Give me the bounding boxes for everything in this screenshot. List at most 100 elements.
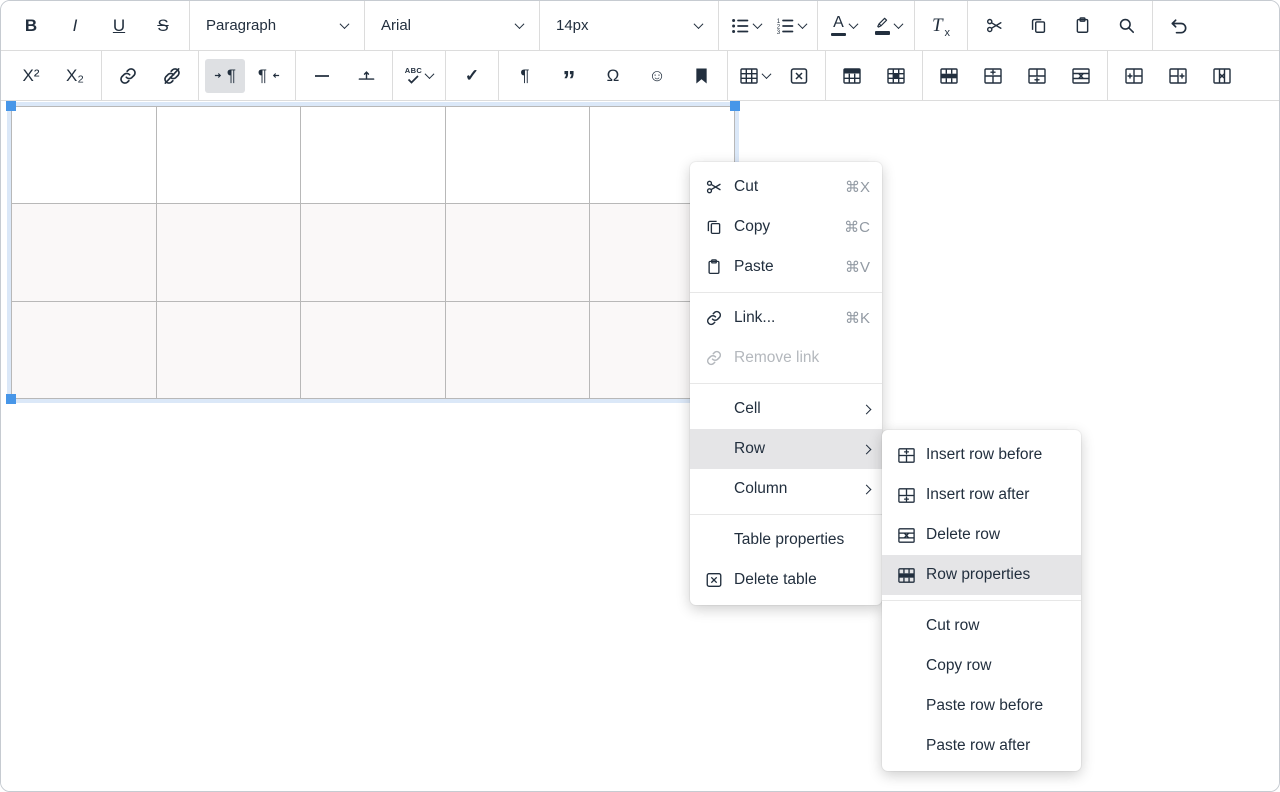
remove-link-button[interactable] [152, 59, 192, 93]
blockquote-button[interactable]: ” [549, 59, 589, 93]
submenu-item-row-properties[interactable]: Row properties [882, 555, 1081, 595]
font-size-select[interactable]: 14px [546, 9, 712, 43]
chevron-right-icon [862, 444, 872, 454]
spellcheck-button[interactable]: ABC [399, 59, 439, 93]
horizontal-rule-button[interactable] [302, 59, 342, 93]
paste-button[interactable] [1062, 9, 1102, 43]
insert-column-after-button[interactable] [1158, 59, 1198, 93]
delete-table-button[interactable] [779, 59, 819, 93]
checkmark-button[interactable]: ✓ [452, 59, 492, 93]
emoji-button[interactable]: ☺ [637, 59, 677, 93]
table-cell[interactable] [445, 301, 590, 398]
editor-content-area[interactable] [1, 101, 1279, 791]
clear-formatting-button[interactable]: Tx [921, 9, 961, 43]
shortcut-label: ⌘V [845, 258, 870, 276]
table-cell[interactable] [12, 204, 157, 301]
submenu-item-insert-row-after[interactable]: Insert row after [882, 475, 1081, 515]
page-break-icon [357, 66, 376, 85]
paragraph-mark-button[interactable]: ¶ [505, 59, 545, 93]
table-cell[interactable] [156, 107, 301, 204]
insert-link-button[interactable] [108, 59, 148, 93]
table-row [12, 301, 735, 398]
toolbar-row-1: B I U S Paragraph Arial 14px [1, 1, 1279, 51]
context-menu-item-table-properties[interactable]: Table properties [690, 520, 882, 560]
horizontal-rule-icon [313, 67, 331, 85]
submenu-item-paste-row-before[interactable]: Paste row before [882, 686, 1081, 726]
table-properties-button[interactable] [832, 59, 872, 93]
symbol-group: ¶ ” Ω ☺ [499, 51, 727, 100]
row-properties-button[interactable] [929, 59, 969, 93]
context-menu-item-delete-table[interactable]: Delete table [690, 560, 882, 600]
superscript-button[interactable]: X² [11, 59, 51, 93]
cell-properties-button[interactable] [876, 59, 916, 93]
table-resize-handle-sw[interactable] [6, 394, 16, 404]
table-col-group [1108, 51, 1248, 100]
table-cell[interactable] [445, 204, 590, 301]
context-menu-item-remove-link[interactable]: Remove link [690, 338, 882, 378]
text-color-button[interactable]: A [824, 9, 864, 43]
submenu-item-delete-row[interactable]: Delete row [882, 515, 1081, 555]
insert-row-after-button[interactable] [1017, 59, 1057, 93]
cut-button[interactable] [974, 9, 1014, 43]
ltr-button[interactable]: ¶ [205, 59, 245, 93]
context-menu-item-cut[interactable]: Cut ⌘X [690, 167, 882, 207]
submenu-item-insert-row-before[interactable]: Insert row before [882, 435, 1081, 475]
numbered-list-button[interactable]: 123 [770, 9, 811, 43]
link-icon [118, 66, 138, 86]
search-button[interactable] [1106, 9, 1146, 43]
font-family-select[interactable]: Arial [371, 9, 533, 43]
link-group [102, 51, 198, 100]
paste-icon [703, 258, 725, 276]
selected-table[interactable] [11, 106, 735, 399]
context-menu-item-row[interactable]: Row [690, 429, 882, 469]
bullet-list-button[interactable] [725, 9, 766, 43]
table-resize-handle-ne[interactable] [730, 101, 740, 111]
insert-row-before-icon [983, 66, 1003, 86]
copy-button[interactable] [1018, 9, 1058, 43]
table-cell[interactable] [156, 204, 301, 301]
spellcheck-icon: ABC [405, 67, 422, 85]
bold-button[interactable]: B [11, 9, 51, 43]
rtl-button[interactable]: ¶ [249, 59, 289, 93]
highlight-color-button[interactable] [868, 9, 908, 43]
context-menu-item-link[interactable]: Link... ⌘K [690, 298, 882, 338]
strikethrough-button[interactable]: S [143, 9, 183, 43]
submenu-item-cut-row[interactable]: Cut row [882, 606, 1081, 646]
table-cell[interactable] [156, 301, 301, 398]
italic-button[interactable]: I [55, 9, 95, 43]
pilcrow-glyph: ¶ [227, 67, 236, 84]
page-break-button[interactable] [346, 59, 386, 93]
table-cell[interactable] [12, 301, 157, 398]
table-cell[interactable] [301, 107, 446, 204]
table-row-group [923, 51, 1107, 100]
pilcrow-icon: ¶ [520, 67, 529, 84]
insert-table-button[interactable] [734, 59, 775, 93]
context-menu-item-cell[interactable]: Cell [690, 389, 882, 429]
context-menu-item-column[interactable]: Column [690, 469, 882, 509]
subscript-button[interactable]: X₂ [55, 59, 95, 93]
paragraph-group: Paragraph [190, 1, 364, 50]
table-cell[interactable] [445, 107, 590, 204]
context-menu-item-paste[interactable]: Paste ⌘V [690, 247, 882, 287]
insert-row-before-button[interactable] [973, 59, 1013, 93]
undo-button[interactable] [1159, 9, 1199, 43]
table-cell[interactable] [301, 204, 446, 301]
shortcut-label: ⌘K [845, 309, 870, 327]
paragraph-format-select[interactable]: Paragraph [196, 9, 358, 43]
table-cell[interactable] [12, 107, 157, 204]
submenu-item-paste-row-after[interactable]: Paste row after [882, 726, 1081, 766]
delete-row-button[interactable] [1061, 59, 1101, 93]
bookmark-button[interactable] [681, 59, 721, 93]
font-group: Arial [365, 1, 539, 50]
delete-column-button[interactable] [1202, 59, 1242, 93]
special-character-button[interactable]: Ω [593, 59, 633, 93]
font-family-value: Arial [381, 17, 411, 34]
context-menu-item-copy[interactable]: Copy ⌘C [690, 207, 882, 247]
table-cell[interactable] [301, 301, 446, 398]
submenu-item-copy-row[interactable]: Copy row [882, 646, 1081, 686]
scissors-icon [985, 16, 1004, 35]
chevron-down-icon [849, 19, 859, 29]
underline-button[interactable]: U [99, 9, 139, 43]
insert-column-before-button[interactable] [1114, 59, 1154, 93]
table-resize-handle-nw[interactable] [6, 101, 16, 111]
